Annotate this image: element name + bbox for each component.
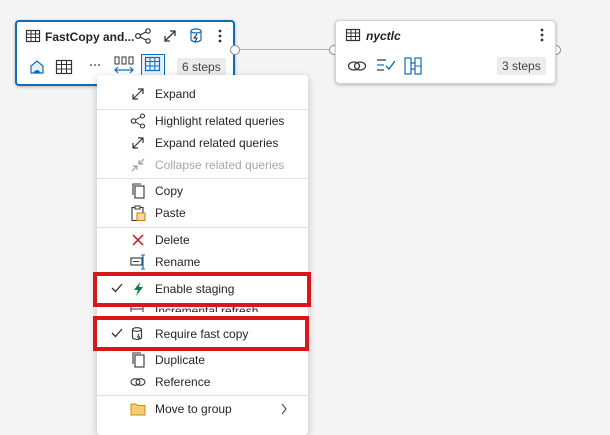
related-queries-icon (130, 113, 146, 129)
checkmark-icon (111, 328, 123, 338)
menu-item-label: Expand (155, 87, 196, 101)
menu-item-duplicate[interactable]: Duplicate (97, 349, 308, 371)
menu-item-label: Enable staging (155, 282, 235, 296)
menu-separator (97, 178, 308, 179)
paste-icon (131, 205, 146, 221)
related-queries-icon[interactable] (134, 28, 152, 44)
menu-item-enable-staging[interactable]: Enable staging (97, 278, 308, 300)
checkmark-icon (111, 283, 123, 293)
menu-item-incremental-refresh[interactable]: Incremental refresh (97, 300, 308, 312)
menu-item-move-to-group[interactable]: Move to group (97, 398, 308, 420)
menu-item-label: Move to group (155, 402, 232, 416)
fast-copy-icon (131, 327, 143, 341)
menu-item-expand[interactable]: Expand (97, 83, 308, 105)
menu-item-label: Incremental refresh (155, 304, 259, 312)
table-icon (144, 56, 161, 72)
node-connector-line (240, 49, 330, 50)
filter-check-icon (377, 59, 396, 71)
query-node-nyctlc[interactable]: nyctlc 3 steps (335, 20, 556, 84)
chevron-right-icon (281, 403, 287, 415)
menu-item-reference[interactable]: Reference (97, 371, 308, 393)
menu-item-label: Rename (155, 255, 201, 269)
table-icon (25, 29, 41, 43)
rename-icon (130, 254, 145, 270)
collapse-icon (131, 158, 145, 172)
menu-item-label: Collapse related queries (155, 158, 285, 172)
folder-icon (130, 403, 146, 416)
menu-item-require-fast-copy[interactable]: Require fast copy (97, 323, 308, 345)
menu-item-expand-related[interactable]: Expand related queries (97, 132, 308, 154)
menu-item-label: Reference (155, 375, 211, 389)
node-header: FastCopy and... (17, 22, 233, 50)
lakehouse-icon (30, 60, 44, 74)
expand-icon[interactable] (162, 28, 178, 44)
menu-item-label: Delete (155, 233, 190, 247)
menu-item-copy[interactable]: Copy (97, 180, 308, 202)
menu-item-paste[interactable]: Paste (97, 202, 308, 224)
node-title: nyctlc (366, 29, 401, 43)
context-menu: Expand Highlight related queries Expand … (97, 75, 308, 435)
menu-separator (97, 227, 308, 228)
transform-icon (404, 57, 422, 75)
choose-columns-icon (114, 56, 134, 74)
copy-icon (132, 183, 145, 199)
menu-item-label: Copy (155, 184, 184, 198)
menu-item-highlight-related[interactable]: Highlight related queries (97, 110, 308, 132)
expand-icon (132, 88, 144, 100)
menu-item-label: Duplicate (155, 353, 206, 367)
menu-separator (97, 274, 308, 275)
table-refresh-icon (130, 304, 144, 312)
node-header: nyctlc (336, 21, 555, 49)
ellipsis-icon (90, 64, 100, 66)
table-icon (345, 28, 361, 42)
fast-copy-icon[interactable] (188, 27, 204, 45)
output-port[interactable] (230, 45, 240, 55)
menu-item-label: Expand related queries (155, 136, 279, 150)
duplicate-icon (132, 352, 145, 368)
steps-badge: 3 steps (497, 57, 546, 75)
menu-item-label: Require fast copy (155, 327, 249, 341)
selected-step[interactable] (141, 54, 165, 76)
link-icon (130, 378, 146, 386)
menu-item-rename[interactable]: Rename (97, 251, 308, 273)
more-options-icon[interactable] (538, 27, 546, 43)
menu-item-label: Highlight related queries (155, 114, 285, 128)
menu-item-delete[interactable]: Delete (97, 229, 308, 251)
delete-x-icon (132, 234, 144, 246)
table-icon (55, 59, 73, 75)
node-title: FastCopy and... (45, 30, 135, 44)
menu-separator (97, 395, 308, 396)
expand-icon (132, 137, 144, 149)
lightning-bolt-icon (134, 282, 143, 296)
link-icon (347, 61, 367, 71)
more-options-icon[interactable] (216, 28, 224, 44)
steps-badge: 6 steps (177, 58, 226, 76)
menu-item-label: Paste (155, 206, 186, 220)
menu-item-collapse-related: Collapse related queries (97, 154, 308, 176)
